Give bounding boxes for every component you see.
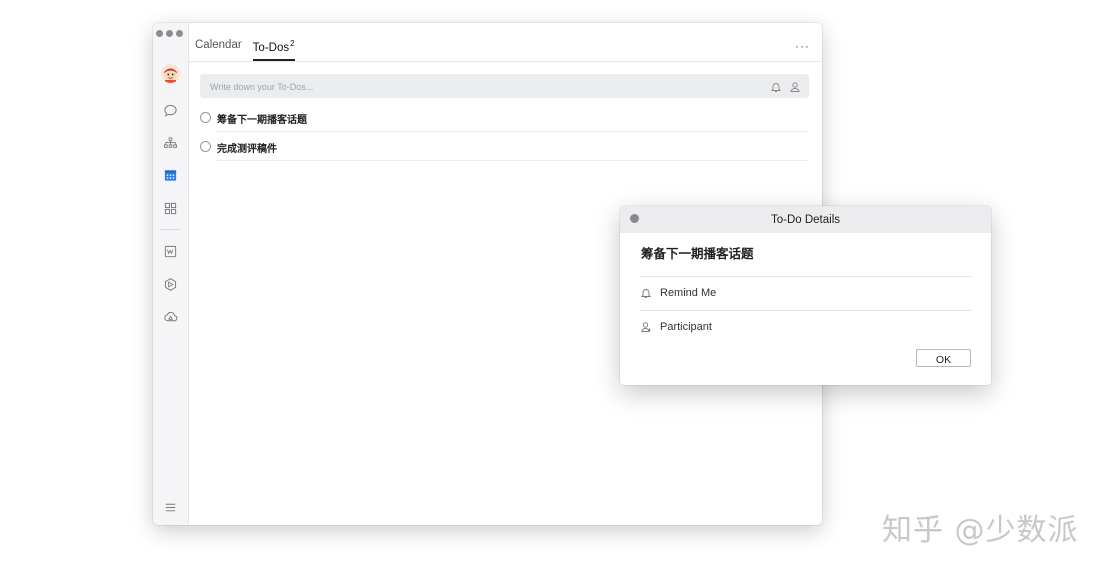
cloud-icon[interactable] [162, 308, 179, 325]
dialog-titlebar: To-Do Details [620, 206, 991, 233]
todo-details-dialog: To-Do Details 筹备下一期播客话题 Remind Me Partic… [620, 206, 991, 385]
todo-text[interactable]: 筹备下一期播客话题 [217, 111, 307, 126]
header-divider [188, 61, 822, 62]
calendar-icon[interactable] [162, 167, 179, 184]
docs-icon[interactable] [162, 243, 179, 260]
todo-input-bar [200, 74, 809, 100]
row-divider [217, 131, 809, 132]
bell-icon [640, 289, 652, 298]
ok-button[interactable]: OK [916, 349, 971, 367]
todo-input[interactable] [208, 74, 752, 100]
ellipsis-icon[interactable]: ··· [795, 39, 810, 53]
dialog-title: To-Do Details [770, 214, 841, 226]
remind-me-label: Remind Me [660, 287, 717, 299]
todo-count-badge: 2 [290, 39, 295, 48]
participant-icon [641, 322, 651, 332]
list-item: 完成测评稿件 [200, 133, 809, 161]
close-window-button[interactable] [156, 30, 163, 37]
list-item: 筹备下一期播客话题 [200, 104, 809, 132]
tab-calendar[interactable]: Calendar [195, 39, 242, 61]
sidebar-divider [160, 229, 181, 230]
zoom-window-button[interactable] [176, 30, 183, 37]
dialog-divider [640, 310, 972, 311]
todo-text[interactable]: 完成测评稿件 [217, 140, 277, 155]
org-chart-icon[interactable] [162, 135, 179, 152]
apps-grid-icon[interactable] [162, 200, 179, 217]
menu-icon[interactable] [162, 499, 179, 516]
todo-checkbox[interactable] [200, 112, 211, 123]
dialog-task-title[interactable]: 筹备下一期播客话题 [641, 243, 754, 262]
todo-checkbox[interactable] [200, 141, 211, 152]
tab-todos[interactable]: To-Dos2 [252, 39, 295, 61]
tab-bar: Calendar To-Dos2 [195, 39, 295, 61]
participant-row[interactable]: Participant [640, 321, 712, 333]
tab-todos-label: To-Dos [252, 41, 290, 54]
participant-label: Participant [660, 321, 712, 333]
minimize-window-button[interactable] [166, 30, 173, 37]
participant-icon[interactable] [789, 80, 801, 92]
remind-me-row[interactable]: Remind Me [640, 287, 716, 299]
hexagon-icon[interactable] [162, 276, 179, 293]
chat-icon[interactable] [162, 102, 179, 119]
avatar[interactable] [161, 64, 180, 83]
tab-calendar-label: Calendar [195, 39, 242, 51]
dialog-divider [640, 276, 972, 277]
window-controls [156, 30, 183, 37]
row-divider [217, 160, 809, 161]
sidebar [153, 23, 189, 525]
bell-icon[interactable] [770, 80, 782, 92]
watermark: 知乎 @少数派 [882, 513, 1079, 548]
